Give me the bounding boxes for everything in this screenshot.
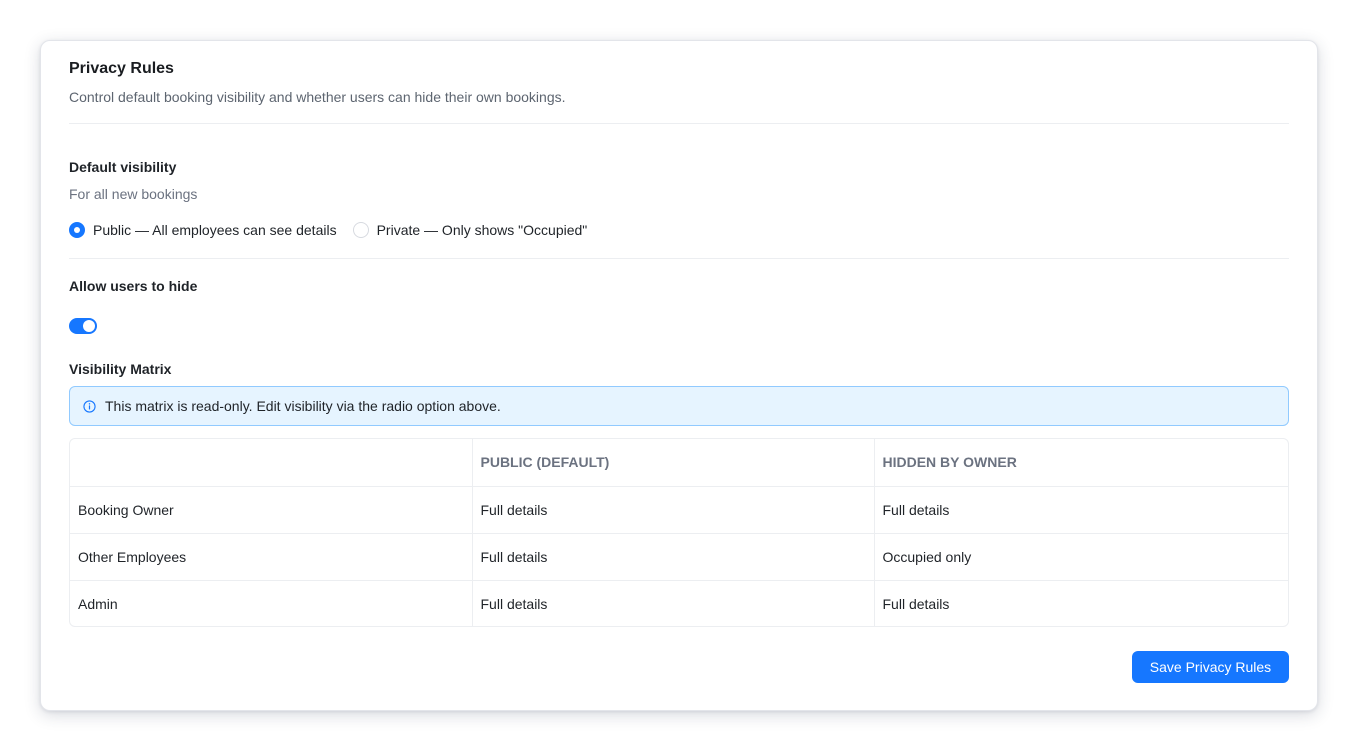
- table-cell-public: Full details: [472, 486, 875, 534]
- table-cell-role: Admin: [70, 580, 473, 626]
- toggle-knob: [83, 320, 95, 332]
- allow-hide-toggle[interactable]: [69, 318, 97, 334]
- column-header-public: PUBLIC (DEFAULT): [472, 439, 875, 487]
- table-row: Admin Full details Full details: [70, 580, 1288, 626]
- column-header-hidden: HIDDEN BY OWNER: [874, 439, 1288, 487]
- radio-public-label: Public — All employees can see details: [93, 222, 337, 238]
- info-message: This matrix is read-only. Edit visibilit…: [105, 398, 501, 414]
- default-visibility-hint: For all new bookings: [69, 186, 198, 202]
- read-only-info-alert: This matrix is read-only. Edit visibilit…: [69, 386, 1289, 426]
- visibility-matrix-table: PUBLIC (DEFAULT) HIDDEN BY OWNER Booking…: [69, 438, 1289, 627]
- radio-private-label: Private — Only shows "Occupied": [376, 222, 588, 238]
- matrix-table: PUBLIC (DEFAULT) HIDDEN BY OWNER Booking…: [70, 439, 1288, 626]
- column-header-role: [70, 439, 473, 487]
- radio-option-private[interactable]: Private — Only shows "Occupied": [352, 222, 588, 238]
- radio-option-public[interactable]: Public — All employees can see details: [69, 222, 337, 238]
- privacy-rules-card: Privacy Rules Control default booking vi…: [40, 40, 1318, 711]
- table-cell-hidden: Occupied only: [874, 533, 1288, 581]
- radio-public[interactable]: [69, 222, 85, 238]
- info-circle-icon: [83, 399, 96, 413]
- section-divider: [69, 258, 1289, 259]
- table-cell-hidden: Full details: [882, 595, 950, 612]
- visibility-radio-group: Public — All employees can see details P…: [69, 222, 603, 238]
- page-title: Privacy Rules: [69, 60, 174, 77]
- table-cell-public: Full details: [472, 580, 875, 626]
- table-row: Booking Owner Full details Full details: [70, 486, 1288, 534]
- save-privacy-rules-button[interactable]: Save Privacy Rules: [1132, 651, 1289, 683]
- header-divider: [69, 123, 1289, 124]
- allow-hide-label: Allow users to hide: [69, 278, 198, 294]
- visibility-matrix-label: Visibility Matrix: [69, 361, 172, 377]
- table-row: Other Employees Full details Occupied on…: [70, 533, 1288, 581]
- table-cell-role: Other Employees: [70, 533, 473, 581]
- page-subtitle: Control default booking visibility and w…: [69, 89, 566, 105]
- table-cell-public: Full details: [472, 533, 875, 581]
- radio-private[interactable]: [352, 222, 369, 238]
- table-cell-hidden: Full details: [874, 486, 1288, 534]
- card-body: Privacy Rules Control default booking vi…: [69, 41, 1289, 710]
- table-cell-role: Booking Owner: [70, 486, 473, 534]
- table-header-row: PUBLIC (DEFAULT) HIDDEN BY OWNER: [70, 439, 1288, 487]
- default-visibility-label: Default visibility: [69, 159, 177, 175]
